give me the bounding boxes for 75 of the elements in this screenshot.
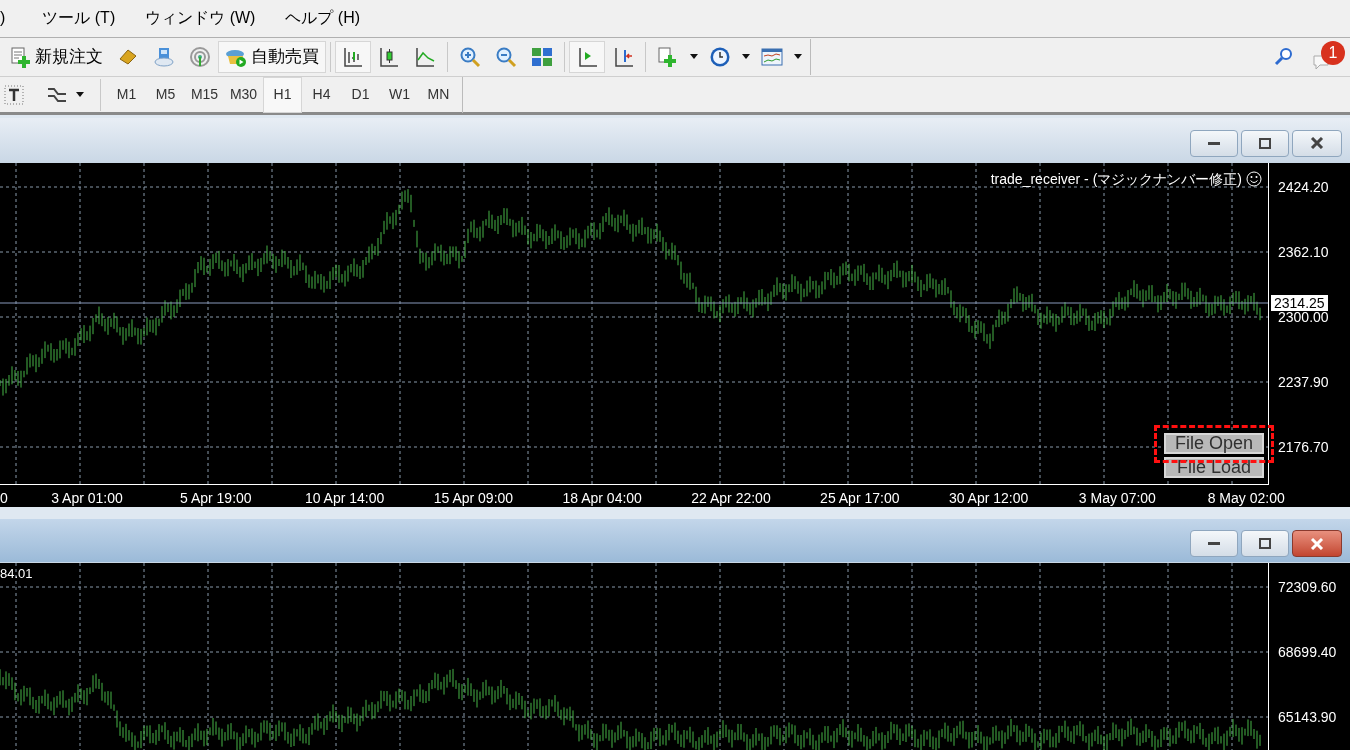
bar-chart-icon [342,45,364,68]
restore-button[interactable] [1241,530,1289,558]
minimize-icon [1208,542,1220,546]
notification-badge: 1 [1321,40,1345,65]
smiley-icon [1246,171,1262,187]
current-price-label: 2314.25 [1271,294,1328,311]
radar-icon [189,45,211,68]
toolbar-icon-button[interactable] [335,40,371,73]
axis-shift-icon [612,45,634,68]
menu-item[interactable]: ヘルプ (H) [270,6,376,31]
timeframe-tab[interactable]: M1 [107,76,146,113]
time-label: 22 Apr 22:00 [691,490,771,505]
line-chart-icon [414,45,436,68]
timeframe-tab[interactable]: M5 [146,76,185,113]
document-plus-icon [9,45,31,68]
time-label: 5 Apr 19:00 [180,490,252,505]
clock-icon [709,45,731,68]
time-label: 0 [0,490,8,505]
close-icon [1310,537,1324,550]
timeframe-tab[interactable]: M30 [224,76,263,113]
search-icon [1272,45,1294,68]
time-label: 3 Apr 01:00 [51,490,123,505]
restore-icon [1259,137,1271,149]
price-label: 2300.00 [1278,309,1329,324]
toolbar-icon-button[interactable] [569,40,605,73]
dropdown-caret-icon [794,54,802,60]
minimize-button[interactable] [1190,530,1238,558]
price-label: 2176.70 [1278,439,1329,454]
dropdown-caret-icon [742,54,750,60]
menu-item[interactable]: ツール (T) [27,6,131,31]
price-label: 84.01 [0,567,33,581]
timeframe-tab[interactable]: MN [419,76,458,113]
dropdown-caret-icon [690,54,698,60]
axis-arrow-icon [576,45,598,68]
minimize-icon [1208,141,1220,145]
price-label: 2237.90 [1278,374,1329,389]
menu-item[interactable]: ) [0,6,28,31]
time-label: 25 Apr 17:00 [820,490,900,505]
timeframe-tab[interactable]: D1 [341,76,380,113]
timeframe-tab[interactable]: W1 [380,76,419,113]
restore-button[interactable] [1241,129,1289,157]
restore-icon [1259,538,1271,550]
time-label: 18 Apr 04:00 [562,490,642,505]
price-label: 2424.20 [1278,179,1329,194]
time-label: 3 May 07:00 [1078,490,1156,505]
close-button[interactable] [1292,530,1342,558]
time-label: 10 Apr 14:00 [304,490,385,505]
timeframe-tab[interactable]: M15 [185,76,224,113]
candlestick-icon [378,45,400,68]
expert-name: trade_receiver - (マジックナンバー修正) [990,169,1242,189]
timeframe-tab[interactable]: H1 [263,76,302,113]
menu-item[interactable]: ウィンドウ (W) [130,6,271,31]
zoom-in-icon [459,45,481,68]
price-label: 65143.90 [1278,710,1337,725]
document-plus-icon [657,45,679,68]
toolbar-button[interactable]: 新規注文 [2,40,110,73]
dropdown-caret-icon [76,92,84,98]
toolbar-button[interactable]: 自動売買 [218,40,326,73]
tile-windows-icon [531,45,553,68]
chart-button[interactable]: File Open [1164,432,1264,454]
price-label: 72309.60 [1278,580,1337,595]
zoom-out-icon [495,45,517,68]
time-label: 8 May 02:00 [1207,490,1285,505]
close-button[interactable] [1292,129,1342,157]
cloud-monitor-icon [153,45,175,68]
price-label: 2362.10 [1278,244,1329,259]
chart-template-icon [761,45,783,68]
arrows-icon[interactable] [46,85,68,104]
minimize-button[interactable] [1190,129,1238,157]
text-box-icon [4,84,24,105]
time-label: 30 Apr 12:00 [948,490,1029,505]
timeframe-tab[interactable]: H4 [302,76,341,113]
price-label: 68699.40 [1278,645,1337,660]
time-label: 15 Apr 09:00 [433,490,514,505]
close-icon [1310,137,1324,149]
